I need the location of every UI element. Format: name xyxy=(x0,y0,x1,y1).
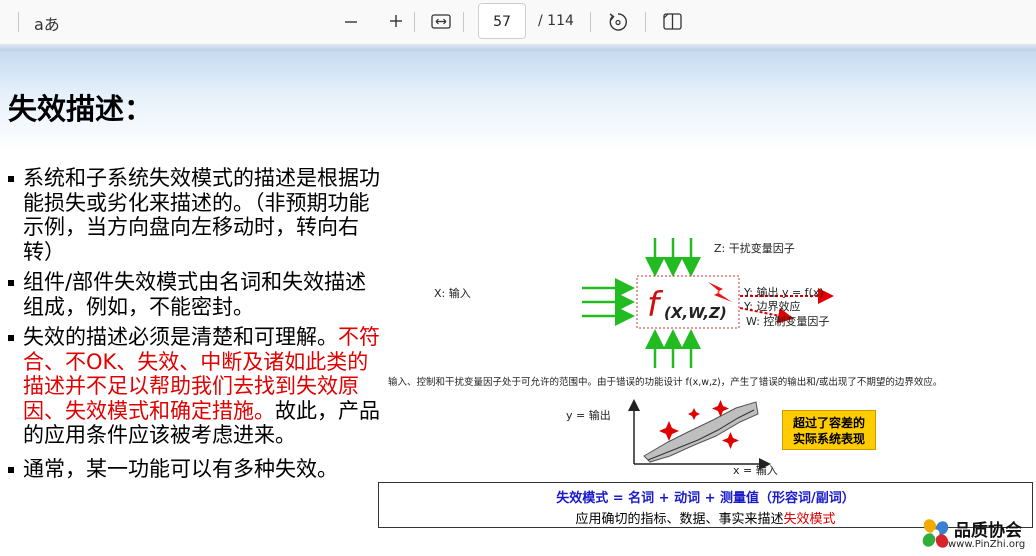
formula-note-red: 失效模式 xyxy=(783,512,836,527)
slide-title-band xyxy=(0,51,1036,151)
x-label: X: 输入 xyxy=(434,287,471,300)
zoom-in-icon[interactable] xyxy=(388,13,404,29)
tolerance-callout: 超过了容差的 实际系统表现 xyxy=(782,410,876,450)
deviation-star-icon xyxy=(688,408,700,420)
bullet-text: 通常，某一功能可以有多种失效。 xyxy=(23,456,338,481)
slide-title: 失效描述： xyxy=(8,92,154,126)
bullet-marker xyxy=(8,280,14,286)
bullet-list: 系统和子系统失效模式的描述是根据功能损失或劣化来描述的。（非预期功能示例，当方向… xyxy=(6,166,380,487)
watermark-url: www.PinZhi.org xyxy=(948,539,1026,550)
function-symbol: f xyxy=(647,285,659,325)
toolbar-divider xyxy=(645,12,646,32)
rotate-icon[interactable] xyxy=(607,11,629,33)
bullet-item: 系统和子系统失效模式的描述是根据功能损失或劣化来描述的。（非预期功能示例，当方向… xyxy=(6,166,380,264)
toolbar-divider xyxy=(463,12,464,32)
toolbar-divider xyxy=(18,12,19,32)
bullet-item: 组件/部件失效模式由名词和失效描述组成，例如，不能密封。 xyxy=(6,270,380,319)
function-args: (X,W,Z) xyxy=(664,304,727,322)
z-label: Z: 干扰变量因子 xyxy=(714,242,795,255)
pdf-toolbar: aあ 57 / 114 xyxy=(0,0,1036,45)
page-number-input[interactable]: 57 xyxy=(478,3,526,39)
deviation-star-icon xyxy=(722,432,739,449)
page-view-icon[interactable] xyxy=(662,12,684,32)
toolbar-divider xyxy=(590,12,591,32)
bullet-text: 组件/部件失效模式由名词和失效描述组成，例如，不能密封。 xyxy=(23,270,367,319)
w-label: W: 控制变量因子 xyxy=(746,315,830,328)
graph-y-label: y = 输出 xyxy=(566,409,611,422)
formula-line: 失效模式 = 名词 + 动词 + 测量值（形容词/副词） xyxy=(556,491,855,506)
page-total: / 114 xyxy=(538,13,574,29)
callout-text: 实际系统表现 xyxy=(792,432,865,446)
lightning-icon xyxy=(708,282,732,302)
zoom-out-icon[interactable] xyxy=(343,14,359,30)
bullet-text: 失效的描述必须是清楚和可理解。 xyxy=(23,325,338,349)
graph-x-label: x = 输入 xyxy=(733,464,778,477)
tolerance-band xyxy=(643,401,759,463)
watermark-name: 品质协会 xyxy=(954,521,1022,541)
bullet-item: 失效的描述必须是清楚和可理解。不符合、不OK、失效、中断及诸如此类的描述并不足以… xyxy=(6,325,380,448)
bullet-item: 通常，某一功能可以有多种失效。 xyxy=(6,457,380,482)
function-diagram xyxy=(582,238,834,368)
bullet-text: 系统和子系统失效模式的描述是根据功能损失或劣化来描述的。（非预期功能示例，当方向… xyxy=(23,166,380,264)
fit-width-icon[interactable] xyxy=(431,13,451,31)
bullet-marker xyxy=(8,176,14,182)
toolbar-divider xyxy=(414,12,415,32)
read-aloud-button[interactable]: aあ xyxy=(34,11,60,35)
formula-note-text: 应用确切的指标、数据、事实来描述 xyxy=(575,512,784,527)
bullet-marker xyxy=(8,466,14,473)
callout-text: 超过了容差的 xyxy=(792,416,865,430)
bullet-marker xyxy=(8,335,14,341)
figure-caption: 输入、控制和干扰变量因子处于可允许的范围中。由于错误的功能设计 f(x,w,z)… xyxy=(388,377,943,388)
y2-label: Y: 边界效应 xyxy=(744,300,801,313)
